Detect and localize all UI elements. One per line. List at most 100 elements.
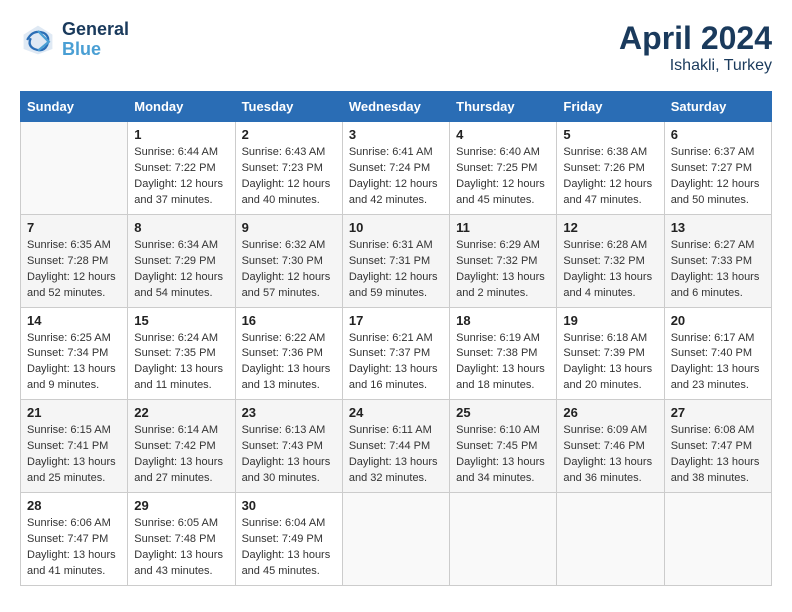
- day-info: Sunrise: 6:38 AM Sunset: 7:26 PM Dayligh…: [563, 145, 657, 209]
- day-number: 4: [456, 127, 550, 142]
- calendar-cell: 3 Sunrise: 6:41 AM Sunset: 7:24 PM Daylig…: [342, 122, 449, 215]
- day-info: Sunrise: 6:35 AM Sunset: 7:28 PM Dayligh…: [27, 238, 121, 302]
- calendar-cell: 11 Sunrise: 6:29 AM Sunset: 7:32 PM Dayli…: [450, 214, 557, 307]
- calendar-cell: 19 Sunrise: 6:18 AM Sunset: 7:39 PM Dayli…: [557, 307, 664, 400]
- day-info: Sunrise: 6:11 AM Sunset: 7:44 PM Dayligh…: [349, 423, 443, 487]
- day-number: 30: [242, 498, 336, 513]
- day-info: Sunrise: 6:05 AM Sunset: 7:48 PM Dayligh…: [134, 516, 228, 580]
- calendar-cell: 25 Sunrise: 6:10 AM Sunset: 7:45 PM Dayli…: [450, 400, 557, 493]
- day-info: Sunrise: 6:29 AM Sunset: 7:32 PM Dayligh…: [456, 238, 550, 302]
- day-info: Sunrise: 6:21 AM Sunset: 7:37 PM Dayligh…: [349, 331, 443, 395]
- calendar-week-row: 21 Sunrise: 6:15 AM Sunset: 7:41 PM Dayli…: [21, 400, 772, 493]
- day-number: 18: [456, 313, 550, 328]
- calendar-cell: 9Sunrise: 6:32 AM Sunset: 7:30 PM Daylig…: [235, 214, 342, 307]
- calendar-cell: 18 Sunrise: 6:19 AM Sunset: 7:38 PM Dayli…: [450, 307, 557, 400]
- day-info: Sunrise: 6:43 AM Sunset: 7:23 PM Dayligh…: [242, 145, 336, 209]
- calendar-cell: 26Sunrise: 6:09 AM Sunset: 7:46 PM Dayli…: [557, 400, 664, 493]
- logo: General Blue: [20, 20, 129, 60]
- day-number: 5: [563, 127, 657, 142]
- day-info: Sunrise: 6:22 AM Sunset: 7:36 PM Dayligh…: [242, 331, 336, 395]
- calendar-cell: 1Sunrise: 6:44 AM Sunset: 7:22 PM Daylig…: [128, 122, 235, 215]
- day-info: Sunrise: 6:18 AM Sunset: 7:39 PM Dayligh…: [563, 331, 657, 395]
- weekday-header-sunday: Sunday: [21, 92, 128, 122]
- day-info: Sunrise: 6:04 AM Sunset: 7:49 PM Dayligh…: [242, 516, 336, 580]
- calendar-cell: 23Sunrise: 6:13 AM Sunset: 7:43 PM Dayli…: [235, 400, 342, 493]
- day-info: Sunrise: 6:34 AM Sunset: 7:29 PM Dayligh…: [134, 238, 228, 302]
- location-title: Ishakli, Turkey: [619, 57, 772, 75]
- day-info: Sunrise: 6:31 AM Sunset: 7:31 PM Dayligh…: [349, 238, 443, 302]
- day-number: 8: [134, 220, 228, 235]
- day-info: Sunrise: 6:25 AM Sunset: 7:34 PM Dayligh…: [27, 331, 121, 395]
- day-number: 3: [349, 127, 443, 142]
- calendar-cell: 20 Sunrise: 6:17 AM Sunset: 7:40 PM Dayli…: [664, 307, 771, 400]
- weekday-header-friday: Friday: [557, 92, 664, 122]
- weekday-header-monday: Monday: [128, 92, 235, 122]
- calendar-cell: 21 Sunrise: 6:15 AM Sunset: 7:41 PM Dayli…: [21, 400, 128, 493]
- day-number: 27: [671, 405, 765, 420]
- day-info: Sunrise: 6:10 AM Sunset: 7:45 PM Dayligh…: [456, 423, 550, 487]
- calendar-cell: 29Sunrise: 6:05 AM Sunset: 7:48 PM Dayli…: [128, 493, 235, 586]
- weekday-header-thursday: Thursday: [450, 92, 557, 122]
- calendar-cell: [450, 493, 557, 586]
- day-info: Sunrise: 6:17 AM Sunset: 7:40 PM Dayligh…: [671, 331, 765, 395]
- day-info: Sunrise: 6:32 AM Sunset: 7:30 PM Dayligh…: [242, 238, 336, 302]
- calendar-week-row: 1Sunrise: 6:44 AM Sunset: 7:22 PM Daylig…: [21, 122, 772, 215]
- day-info: Sunrise: 6:15 AM Sunset: 7:41 PM Dayligh…: [27, 423, 121, 487]
- day-number: 28: [27, 498, 121, 513]
- logo-text: General Blue: [62, 20, 129, 60]
- day-info: Sunrise: 6:06 AM Sunset: 7:47 PM Dayligh…: [27, 516, 121, 580]
- calendar-cell: 24 Sunrise: 6:11 AM Sunset: 7:44 PM Dayli…: [342, 400, 449, 493]
- weekday-header-saturday: Saturday: [664, 92, 771, 122]
- day-info: Sunrise: 6:37 AM Sunset: 7:27 PM Dayligh…: [671, 145, 765, 209]
- day-number: 16: [242, 313, 336, 328]
- day-number: 6: [671, 127, 765, 142]
- calendar-table: SundayMondayTuesdayWednesdayThursdayFrid…: [20, 91, 772, 586]
- calendar-cell: 22 Sunrise: 6:14 AM Sunset: 7:42 PM Dayli…: [128, 400, 235, 493]
- page-header: General Blue April 2024 Ishakli, Turkey: [20, 20, 772, 75]
- day-number: 17: [349, 313, 443, 328]
- day-number: 24: [349, 405, 443, 420]
- calendar-cell: 4Sunrise: 6:40 AM Sunset: 7:25 PM Daylig…: [450, 122, 557, 215]
- day-number: 2: [242, 127, 336, 142]
- day-info: Sunrise: 6:09 AM Sunset: 7:46 PM Dayligh…: [563, 423, 657, 487]
- title-block: April 2024 Ishakli, Turkey: [619, 20, 772, 75]
- calendar-cell: [557, 493, 664, 586]
- calendar-cell: 28 Sunrise: 6:06 AM Sunset: 7:47 PM Dayli…: [21, 493, 128, 586]
- calendar-cell: 30 Sunrise: 6:04 AM Sunset: 7:49 PM Dayli…: [235, 493, 342, 586]
- calendar-cell: 6 Sunrise: 6:37 AM Sunset: 7:27 PM Daylig…: [664, 122, 771, 215]
- calendar-week-row: 14 Sunrise: 6:25 AM Sunset: 7:34 PM Dayli…: [21, 307, 772, 400]
- logo-icon: [20, 22, 56, 58]
- calendar-cell: 10 Sunrise: 6:31 AM Sunset: 7:31 PM Dayli…: [342, 214, 449, 307]
- day-number: 14: [27, 313, 121, 328]
- calendar-cell: 27 Sunrise: 6:08 AM Sunset: 7:47 PM Dayli…: [664, 400, 771, 493]
- calendar-cell: 8 Sunrise: 6:34 AM Sunset: 7:29 PM Daylig…: [128, 214, 235, 307]
- day-number: 11: [456, 220, 550, 235]
- day-info: Sunrise: 6:14 AM Sunset: 7:42 PM Dayligh…: [134, 423, 228, 487]
- day-number: 15: [134, 313, 228, 328]
- day-info: Sunrise: 6:19 AM Sunset: 7:38 PM Dayligh…: [456, 331, 550, 395]
- calendar-cell: [342, 493, 449, 586]
- day-info: Sunrise: 6:08 AM Sunset: 7:47 PM Dayligh…: [671, 423, 765, 487]
- calendar-week-row: 7 Sunrise: 6:35 AM Sunset: 7:28 PM Daylig…: [21, 214, 772, 307]
- day-number: 13: [671, 220, 765, 235]
- calendar-cell: 16 Sunrise: 6:22 AM Sunset: 7:36 PM Dayli…: [235, 307, 342, 400]
- day-number: 20: [671, 313, 765, 328]
- calendar-cell: 7 Sunrise: 6:35 AM Sunset: 7:28 PM Daylig…: [21, 214, 128, 307]
- month-title: April 2024: [619, 20, 772, 57]
- calendar-cell: 12Sunrise: 6:28 AM Sunset: 7:32 PM Dayli…: [557, 214, 664, 307]
- day-number: 7: [27, 220, 121, 235]
- day-info: Sunrise: 6:41 AM Sunset: 7:24 PM Dayligh…: [349, 145, 443, 209]
- day-info: Sunrise: 6:27 AM Sunset: 7:33 PM Dayligh…: [671, 238, 765, 302]
- weekday-header-wednesday: Wednesday: [342, 92, 449, 122]
- weekday-header-tuesday: Tuesday: [235, 92, 342, 122]
- calendar-cell: 2 Sunrise: 6:43 AM Sunset: 7:23 PM Daylig…: [235, 122, 342, 215]
- day-number: 25: [456, 405, 550, 420]
- day-number: 21: [27, 405, 121, 420]
- calendar-week-row: 28 Sunrise: 6:06 AM Sunset: 7:47 PM Dayli…: [21, 493, 772, 586]
- day-info: Sunrise: 6:28 AM Sunset: 7:32 PM Dayligh…: [563, 238, 657, 302]
- day-number: 10: [349, 220, 443, 235]
- calendar-cell: 14 Sunrise: 6:25 AM Sunset: 7:34 PM Dayli…: [21, 307, 128, 400]
- day-number: 19: [563, 313, 657, 328]
- day-number: 1: [134, 127, 228, 142]
- day-number: 22: [134, 405, 228, 420]
